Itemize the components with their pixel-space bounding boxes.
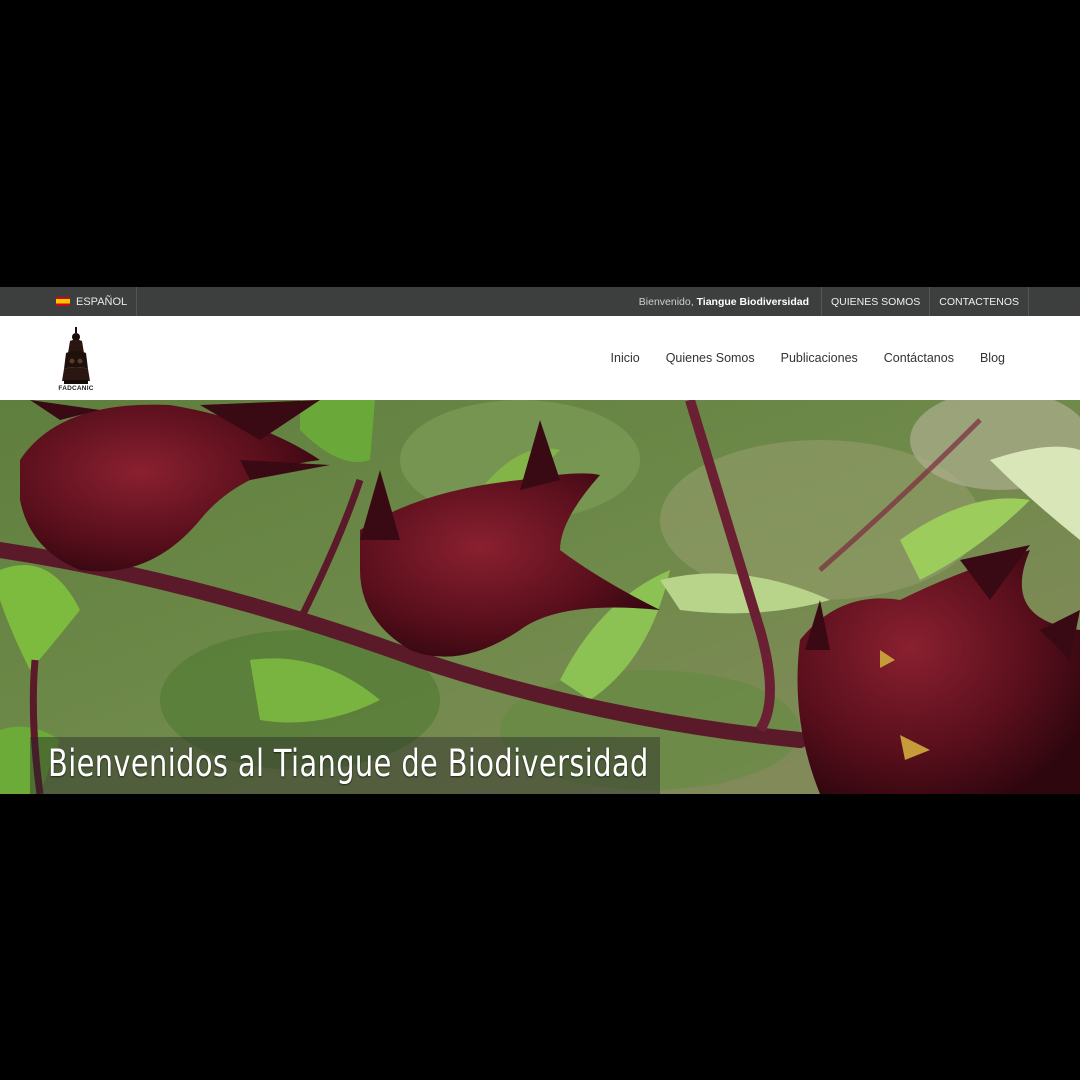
top-link-contactenos[interactable]: CONTACTENOS <box>929 287 1029 316</box>
welcome-prefix: Bienvenido, <box>638 295 694 308</box>
top-link-quienes-somos[interactable]: QUIENES SOMOS <box>821 287 929 316</box>
hibiscus-photo <box>0 400 1080 794</box>
nav-quienes-somos[interactable]: Quienes Somos <box>666 351 755 365</box>
welcome-message: Bienvenido, Tiangue Biodiversidad <box>639 296 821 308</box>
language-label: ESPAÑOL <box>76 295 128 308</box>
hero-title: Bienvenidos al Tiangue de Biodiversidad <box>48 742 649 785</box>
nav-inicio[interactable]: Inicio <box>611 351 640 365</box>
site-header: FADCANIC Inicio Quienes Somos Publicacio… <box>0 316 1080 400</box>
hero-banner: Bienvenidos al Tiangue de Biodiversidad <box>0 400 1080 794</box>
logo-text: FADCANIC <box>58 385 94 392</box>
nav-blog[interactable]: Blog <box>980 351 1005 365</box>
spain-flag-icon <box>56 297 70 306</box>
website-screen: ESPAÑOL Bienvenido, Tiangue Biodiversida… <box>0 287 1080 794</box>
nav-contactanos[interactable]: Contáctanos <box>884 351 954 365</box>
language-selector[interactable]: ESPAÑOL <box>56 287 138 316</box>
top-right-links: Bienvenido, Tiangue Biodiversidad QUIENE… <box>639 287 1029 316</box>
main-nav: Inicio Quienes Somos Publicaciones Contá… <box>611 316 1005 400</box>
nav-publicaciones[interactable]: Publicaciones <box>781 351 858 365</box>
welcome-user[interactable]: Tiangue Biodiversidad <box>697 296 809 308</box>
top-utility-bar: ESPAÑOL Bienvenido, Tiangue Biodiversida… <box>0 287 1080 316</box>
